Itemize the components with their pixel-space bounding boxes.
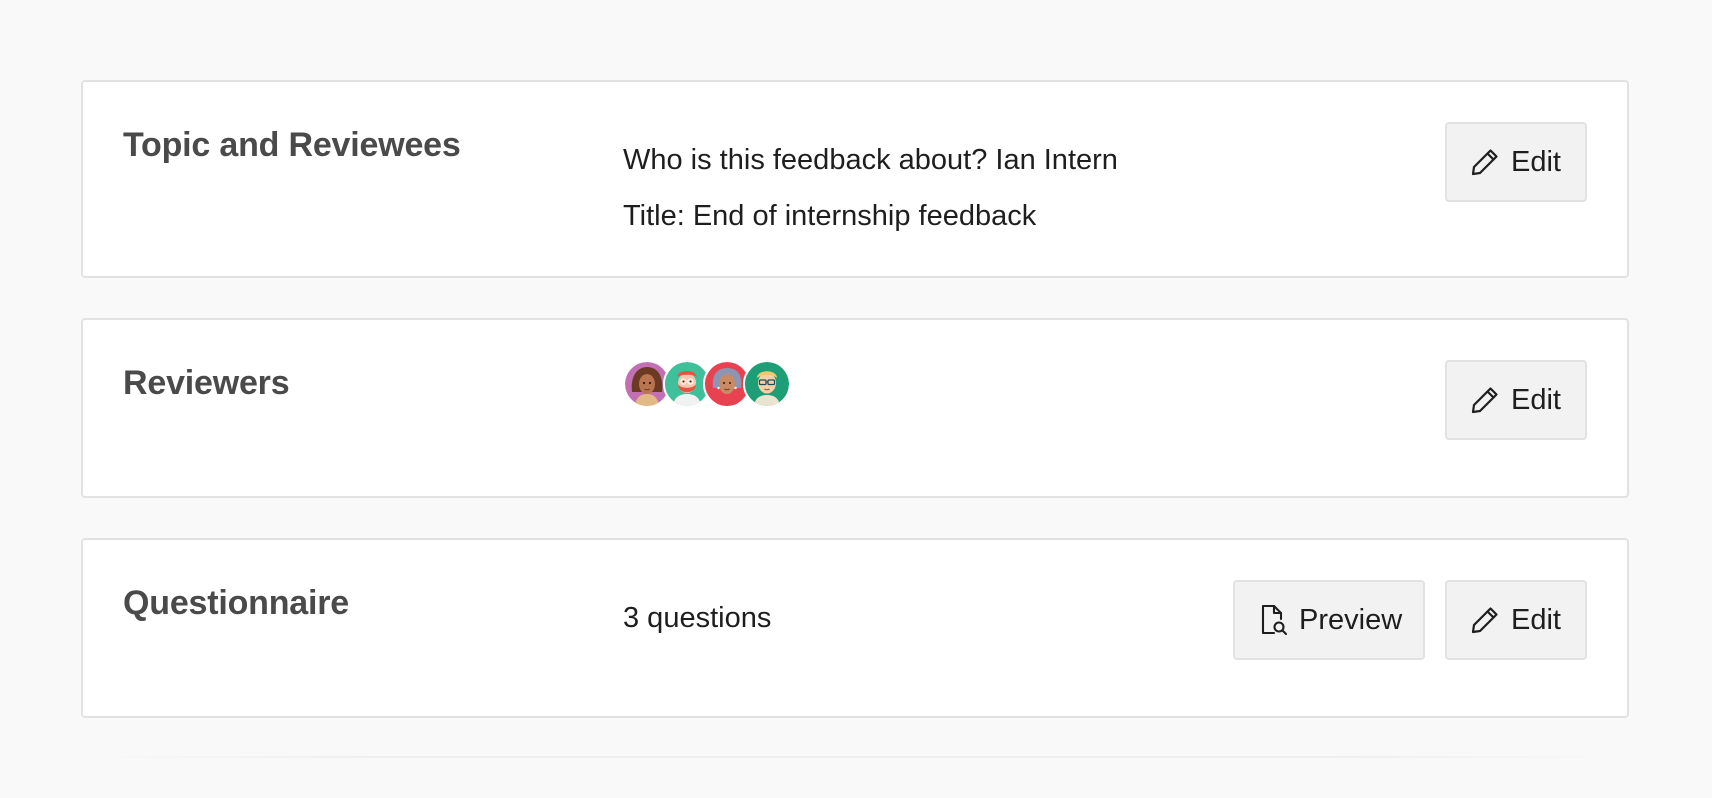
reviewers-actions: Edit xyxy=(1445,360,1587,440)
preview-questionnaire-button[interactable]: Preview xyxy=(1233,580,1425,660)
preview-label: Preview xyxy=(1299,603,1403,636)
divider xyxy=(81,756,1629,758)
edit-label: Edit xyxy=(1511,145,1561,178)
feedback-title-line: Title: End of internship feedback xyxy=(623,200,1037,232)
topic-and-reviewees-card: Topic and Reviewees Who is this feedback… xyxy=(81,80,1629,278)
reviewer-avatars xyxy=(623,360,791,408)
questionnaire-card: Questionnaire 3 questions Preview Edit xyxy=(81,538,1629,718)
section-title-reviewers: Reviewers xyxy=(123,364,290,402)
edit-reviewers-button[interactable]: Edit xyxy=(1445,360,1587,440)
topic-actions: Edit xyxy=(1445,122,1587,202)
question-count: 3 questions xyxy=(623,602,772,634)
questionnaire-actions: Preview Edit xyxy=(1233,580,1587,660)
man-glasses-avatar[interactable] xyxy=(743,360,791,408)
pencil-icon xyxy=(1469,146,1501,178)
section-title-topic: Topic and Reviewees xyxy=(123,126,461,164)
questionnaire-details: 3 questions xyxy=(623,590,771,646)
pencil-icon xyxy=(1469,384,1501,416)
edit-topic-button[interactable]: Edit xyxy=(1445,122,1587,202)
edit-label: Edit xyxy=(1511,603,1561,636)
reviewers-card: Reviewers Edit xyxy=(81,318,1629,498)
pencil-icon xyxy=(1469,604,1501,636)
document-search-icon xyxy=(1257,603,1289,637)
reviewee-line: Who is this feedback about? Ian Intern xyxy=(623,144,1118,176)
edit-questionnaire-button[interactable]: Edit xyxy=(1445,580,1587,660)
edit-label: Edit xyxy=(1511,383,1561,416)
section-title-questionnaire: Questionnaire xyxy=(123,584,350,622)
topic-details: Who is this feedback about? Ian Intern T… xyxy=(623,132,1118,244)
